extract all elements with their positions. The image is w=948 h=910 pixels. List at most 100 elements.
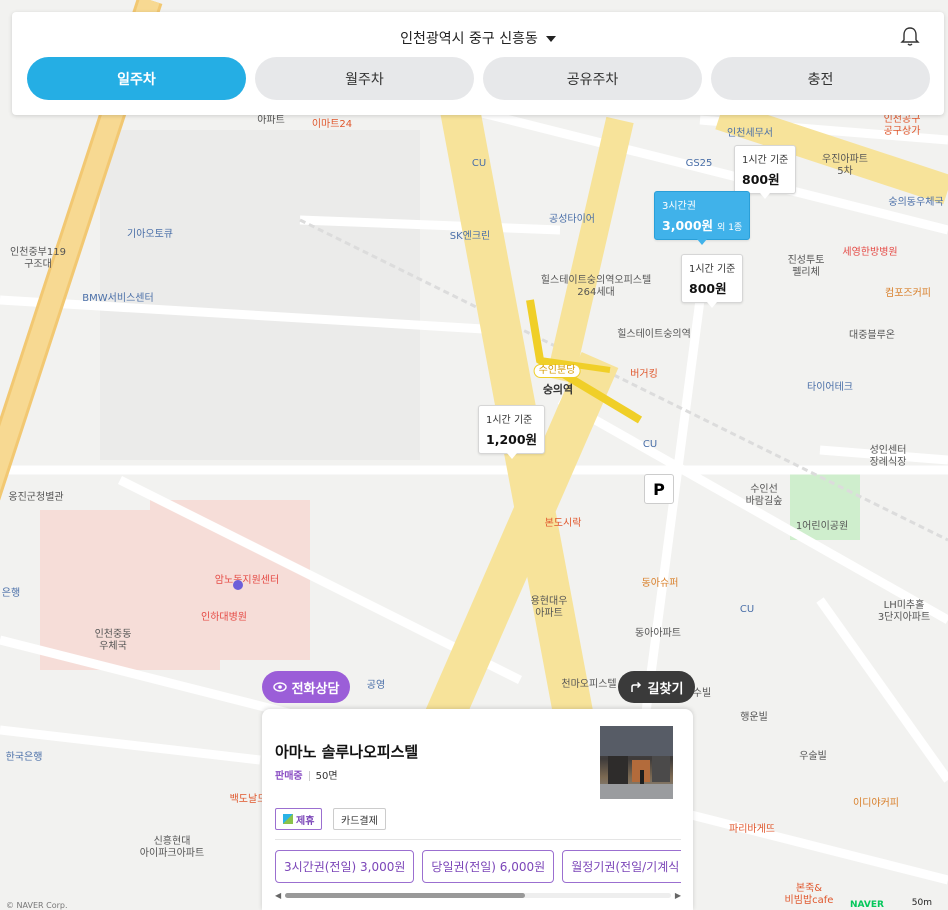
bubble-label: 1시간 기준 — [689, 264, 736, 275]
map-label-yongdong: 용현대우 아파트 — [530, 596, 568, 619]
price-bubble[interactable]: 1시간 기준 1,200원 — [478, 405, 546, 459]
parking-type-tabs: 일주차 월주차 공유주차 충전 — [27, 57, 930, 100]
space-count: 50면 — [315, 771, 338, 782]
map-label-amnodong: 암노동지원센터 — [214, 575, 280, 586]
ticket-option[interactable]: 3시간권(전일) 3,000원 — [275, 850, 415, 883]
map-label-station-line: 수인분당 — [533, 364, 581, 378]
map-label-emart: 이마트24 — [311, 119, 353, 130]
map-label-tire-tech: 타이어테크 — [807, 382, 853, 393]
map-label-compose: 컴포즈커피 — [885, 288, 931, 299]
map-label-suin-park: 수인선 바람길숲 — [745, 484, 783, 507]
current-location-icon — [233, 580, 243, 590]
top-header: 인천광역시 중구 신흥동 일주차 월주차 공유주차 충전 — [12, 12, 944, 115]
map-label-gs25: GS25 — [685, 158, 713, 169]
map-label-paris: 파리바게뜨 — [729, 824, 775, 835]
map-label-kids-park: 1어린이공원 — [795, 521, 849, 532]
scroll-left-icon[interactable]: ◀ — [275, 891, 281, 900]
map-label-swill: 수빌 — [692, 688, 712, 699]
bubble-price: 800원 — [742, 172, 780, 187]
tab-monthly-parking[interactable]: 월주차 — [255, 57, 474, 100]
map-label-inha: 인하대병원 — [201, 612, 247, 623]
map-label-tax-office: 인천세무서 — [727, 128, 773, 139]
bell-icon[interactable] — [900, 26, 920, 48]
price-bubble-selected[interactable]: 3시간권 3,000원 외 1종 — [654, 191, 751, 245]
parking-photo[interactable] — [600, 726, 673, 799]
ticket-scrollbar[interactable]: ◀ ▶ — [275, 891, 681, 900]
phone-consult-button[interactable]: 전화상담 — [262, 671, 350, 703]
map-label-bondosirak: 본도시락 — [544, 518, 582, 529]
location-label: 인천광역시 중구 신흥동 — [400, 31, 538, 47]
location-dropdown[interactable]: 인천광역시 중구 신흥동 — [12, 28, 944, 48]
map-label-cu-station: CU — [642, 439, 658, 450]
bubble-price: 3,000원 외 1종 — [662, 218, 743, 233]
map-label-dongah-apt: 동아아파트 — [635, 628, 681, 639]
bubble-label: 1시간 기준 — [486, 415, 533, 426]
map-label-woosung: 우술빌 — [799, 751, 827, 762]
map-label-public-parking: 공영 — [366, 680, 386, 691]
map-label-cu-bottom: CU — [739, 604, 755, 615]
bubble-price: 1,200원 — [486, 432, 538, 447]
directions-button[interactable]: 길찾기 — [618, 671, 695, 703]
map-label-fire: 인천중부119 구조대 — [10, 247, 66, 270]
bubble-price: 800원 — [689, 281, 727, 296]
ticket-option[interactable]: 당일권(전일) 6,000원 — [422, 850, 555, 883]
map-label-cu-top: CU — [471, 158, 487, 169]
scroll-thumb[interactable] — [285, 893, 525, 898]
partner-logo-icon — [283, 814, 293, 824]
map-label-baekdu: 백도날드 — [229, 794, 267, 805]
price-bubble[interactable]: 1시간 기준 800원 — [734, 145, 797, 199]
map-label-gonggu: 인천공구 공구상가 — [883, 114, 921, 137]
map-label-lh: LH미추홀 3단지아파트 — [877, 600, 931, 623]
parking-name: 아마노 솔루나오피스텔 — [275, 743, 419, 761]
eye-icon — [272, 682, 287, 692]
parking-marker[interactable]: P — [644, 474, 674, 504]
sale-status: 판매중 — [275, 771, 303, 782]
directions-label: 길찾기 — [647, 681, 684, 697]
tab-shared-parking[interactable]: 공유주차 — [483, 57, 702, 100]
map-label-bmw: BMW서비스센터 — [82, 293, 154, 304]
map-label-edia: 이디야커피 — [853, 798, 899, 809]
map-label-ongjin: 옹진군청별관 — [8, 492, 64, 503]
map-label-seyoung: 세영한방병원 — [842, 247, 898, 258]
map-label-dongah-super: 동아슈퍼 — [641, 578, 679, 589]
map-label-woojin: 우진아파트 5차 — [822, 154, 868, 177]
card-divider — [275, 839, 681, 840]
price-bubble[interactable]: 1시간 기준 800원 — [681, 254, 744, 308]
map-scale: 50m — [911, 898, 932, 908]
phone-consult-label: 전화상담 — [291, 681, 340, 697]
card-payment-chip: 카드결제 — [333, 808, 386, 830]
map-label-hillstate2: 힐스테이트숭의역 — [617, 329, 691, 340]
naver-logo: NAVER — [850, 900, 884, 910]
map-label-sungin: 성인센터 장례식장 — [869, 445, 907, 468]
map-label-jinsung: 진성투토 펠리체 — [787, 255, 825, 278]
ticket-list[interactable]: 3시간권(전일) 3,000원 당일권(전일) 6,000원 월정기권(전일/기… — [275, 850, 681, 883]
map-label-cheonma: 천마오피스텔 — [561, 679, 617, 690]
tab-charging[interactable]: 충전 — [711, 57, 930, 100]
partner-chip: 제휴 — [275, 808, 323, 830]
map-label-shinheung: 신흥현대 아이파크아파트 — [139, 836, 205, 859]
map-copyright: © NAVER Corp. — [6, 901, 68, 910]
bubble-label: 3시간권 — [662, 201, 696, 212]
map-label-station[interactable]: 숭의역 — [543, 384, 573, 396]
map-label-burgerking: 버거킹 — [630, 369, 658, 380]
scroll-right-icon[interactable]: ▶ — [675, 891, 681, 900]
turn-right-icon — [630, 681, 641, 692]
map-label-daejung: 대중블루온 — [849, 330, 895, 341]
map-label-post: 인천중동 우체국 — [94, 629, 132, 652]
map-label-sui-dong: 숭의동우체국 — [888, 197, 944, 208]
parking-meta: 판매중 50면 — [275, 767, 338, 782]
map-label-bank: 한국은행 — [5, 752, 43, 763]
bubble-label: 1시간 기준 — [742, 155, 789, 166]
tab-daily-parking[interactable]: 일주차 — [27, 57, 246, 100]
map-label-bonjuk: 본죽& 비빔밥cafe — [784, 883, 834, 906]
map-label-sk: SK엔크린 — [449, 231, 491, 242]
map-label-kia: 기아오토큐 — [127, 229, 173, 240]
map-label-apart: 아파트 — [257, 115, 285, 126]
map-label-eunhaeng: 은행 — [1, 588, 21, 599]
parking-detail-card[interactable]: 아마노 솔루나오피스텔 판매중 50면 제휴 카드결제 3시간권(전일) 3,00… — [262, 709, 693, 910]
map-label-hillstate1: 힐스테이트숭의역오피스텔 264세대 — [540, 275, 652, 298]
map-label-gongsung: 공성타이어 — [549, 214, 595, 225]
map-label-haengun: 행운빌 — [740, 712, 768, 723]
ticket-option[interactable]: 월정기권(전일/기계식 승용) — [562, 850, 681, 883]
caret-down-icon — [545, 36, 556, 42]
